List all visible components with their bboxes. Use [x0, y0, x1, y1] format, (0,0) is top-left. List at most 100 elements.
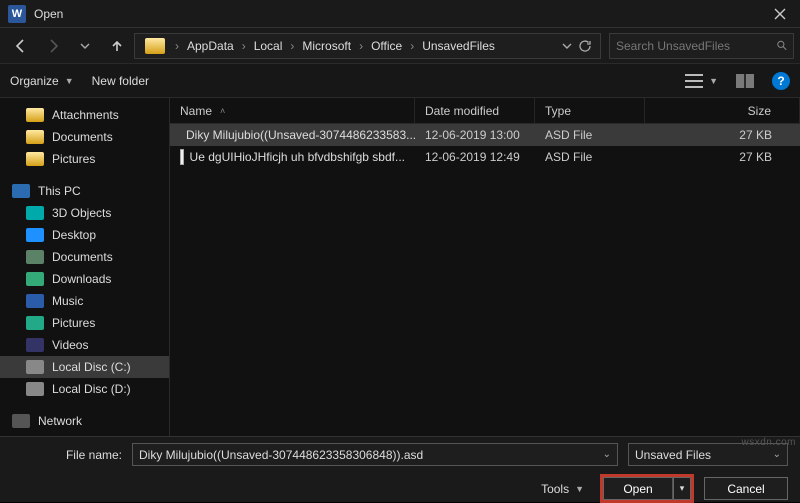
- preview-pane-button[interactable]: [736, 74, 754, 88]
- cancel-label: Cancel: [727, 482, 764, 496]
- filename-label: File name:: [12, 448, 122, 462]
- tools-menu[interactable]: Tools ▼: [541, 482, 584, 496]
- menu-caret-icon: ▼: [575, 484, 584, 494]
- filename-value: Diky Milujubio((Unsaved-3074486233583068…: [139, 448, 423, 462]
- new-folder-label: New folder: [92, 74, 149, 88]
- sidebar-item-desktop[interactable]: Desktop: [0, 224, 169, 246]
- sidebar-item-videos[interactable]: Videos: [0, 334, 169, 356]
- sidebar-item-label: Pictures: [52, 152, 95, 166]
- net-icon: [12, 414, 30, 428]
- chevron-right-icon: ›: [357, 39, 365, 53]
- crumb-unsavedfiles[interactable]: UnsavedFiles: [418, 39, 499, 53]
- desktop-icon: [26, 228, 44, 242]
- sidebar-item-label: Desktop: [52, 228, 96, 242]
- disc-icon: [26, 382, 44, 396]
- crumb-appdata[interactable]: AppData: [183, 39, 238, 53]
- column-headers: Name ˄ Date modified Type Size: [170, 98, 800, 124]
- pics-icon: [26, 316, 44, 330]
- organize-label: Organize: [10, 74, 59, 88]
- crumb-microsoft[interactable]: Microsoft: [298, 39, 355, 53]
- new-folder-button[interactable]: New folder: [92, 74, 149, 88]
- sidebar-item-label: Attachments: [52, 108, 119, 122]
- refresh-icon[interactable]: [578, 39, 592, 53]
- sidebar-header-network[interactable]: Network: [0, 410, 169, 432]
- title-bar: W Open: [0, 0, 800, 28]
- sidebar-item-attachments[interactable]: Attachments: [0, 104, 169, 126]
- list-view-icon: [685, 74, 703, 88]
- dialog-footer: File name: Diky Milujubio((Unsaved-30744…: [0, 436, 800, 502]
- help-button[interactable]: ?: [772, 72, 790, 90]
- file-date-cell: 12-06-2019 13:00: [415, 128, 535, 142]
- filetype-value: Unsaved Files: [635, 448, 711, 462]
- file-icon: [180, 149, 184, 165]
- file-date-cell: 12-06-2019 12:49: [415, 150, 535, 164]
- sidebar-item-downloads[interactable]: Downloads: [0, 268, 169, 290]
- open-button-highlight: Open ▾: [600, 474, 694, 503]
- file-type-cell: ASD File: [535, 128, 645, 142]
- sidebar-item-pictures[interactable]: Pictures: [0, 312, 169, 334]
- column-header-size[interactable]: Size: [645, 98, 800, 123]
- chevron-right-icon: ›: [288, 39, 296, 53]
- column-label: Type: [545, 104, 571, 118]
- file-name-cell: Ue dgUIHioJHficjh uh bfvdbshifgb sbdf...: [170, 149, 415, 165]
- sidebar-item-local-disc-d-[interactable]: Local Disc (D:): [0, 378, 169, 400]
- open-button[interactable]: Open: [603, 477, 673, 500]
- sidebar-item-label: This PC: [38, 184, 81, 198]
- sidebar-item-pictures[interactable]: Pictures: [0, 148, 169, 170]
- cancel-button[interactable]: Cancel: [704, 477, 788, 500]
- window-close-button[interactable]: [760, 0, 800, 28]
- file-list-pane: Name ˄ Date modified Type Size Diky Milu…: [170, 98, 800, 436]
- window-title: Open: [34, 7, 760, 21]
- thispc-icon: [12, 184, 30, 198]
- disc-icon: [26, 360, 44, 374]
- sidebar-item-local-disc-c-[interactable]: Local Disc (C:): [0, 356, 169, 378]
- view-mode-button[interactable]: ▼: [685, 74, 718, 88]
- open-dropdown-button[interactable]: ▾: [673, 477, 691, 500]
- chevron-down-icon[interactable]: [562, 41, 572, 51]
- column-header-name[interactable]: Name ˄: [170, 98, 415, 123]
- menu-caret-icon: ▾: [680, 483, 685, 494]
- down-icon: [26, 272, 44, 286]
- main-area: Attachments Documents Pictures This PC 3D Ob…: [0, 98, 800, 436]
- chevron-down-icon: ⌄: [773, 449, 781, 460]
- crumb-local[interactable]: Local: [250, 39, 287, 53]
- organize-menu[interactable]: Organize ▼: [10, 74, 74, 88]
- sidebar-item-label: Documents: [52, 250, 113, 264]
- forward-button[interactable]: [38, 33, 68, 59]
- file-name-cell: Diky Milujubio((Unsaved-3074486233583...: [170, 127, 415, 143]
- search-box[interactable]: [609, 33, 794, 59]
- file-name-text: Diky Milujubio((Unsaved-3074486233583...: [186, 128, 415, 142]
- navigation-tree[interactable]: Attachments Documents Pictures This PC 3D Ob…: [0, 98, 170, 436]
- file-size-cell: 27 KB: [645, 150, 800, 164]
- filename-combo[interactable]: Diky Milujubio((Unsaved-3074486233583068…: [132, 443, 618, 466]
- crumb-office[interactable]: Office: [367, 39, 406, 53]
- arrow-right-icon: [45, 38, 61, 54]
- watermark: wsxdn.com: [741, 437, 796, 448]
- sidebar-header-this-pc[interactable]: This PC: [0, 180, 169, 202]
- folder-icon: [145, 38, 165, 54]
- sidebar-item-3d-objects[interactable]: 3D Objects: [0, 202, 169, 224]
- recent-dropdown[interactable]: [70, 33, 100, 59]
- search-input[interactable]: [616, 39, 771, 53]
- file-row[interactable]: Ue dgUIHioJHficjh uh bfvdbshifgb sbdf...…: [170, 146, 800, 168]
- sidebar-item-documents[interactable]: Documents: [0, 126, 169, 148]
- nav-bar: › AppData › Local › Microsoft › Office ›…: [0, 28, 800, 64]
- column-header-type[interactable]: Type: [535, 98, 645, 123]
- column-header-date[interactable]: Date modified: [415, 98, 535, 123]
- folder-icon: [26, 108, 44, 122]
- address-bar[interactable]: › AppData › Local › Microsoft › Office ›…: [134, 33, 601, 59]
- sidebar-item-label: 3D Objects: [52, 206, 111, 220]
- file-row[interactable]: Diky Milujubio((Unsaved-3074486233583...…: [170, 124, 800, 146]
- sidebar-item-documents[interactable]: Documents: [0, 246, 169, 268]
- sidebar-item-music[interactable]: Music: [0, 290, 169, 312]
- sort-indicator-icon: ˄: [220, 106, 225, 116]
- back-button[interactable]: [6, 33, 36, 59]
- column-label: Name: [180, 104, 212, 118]
- command-bar: Organize ▼ New folder ▼ ?: [0, 64, 800, 98]
- column-label: Size: [748, 104, 771, 118]
- up-button[interactable]: [102, 33, 132, 59]
- sidebar-item-label: Music: [52, 294, 83, 308]
- sidebar-item-label: Videos: [52, 338, 88, 352]
- file-type-cell: ASD File: [535, 150, 645, 164]
- folder-icon: [26, 152, 44, 166]
